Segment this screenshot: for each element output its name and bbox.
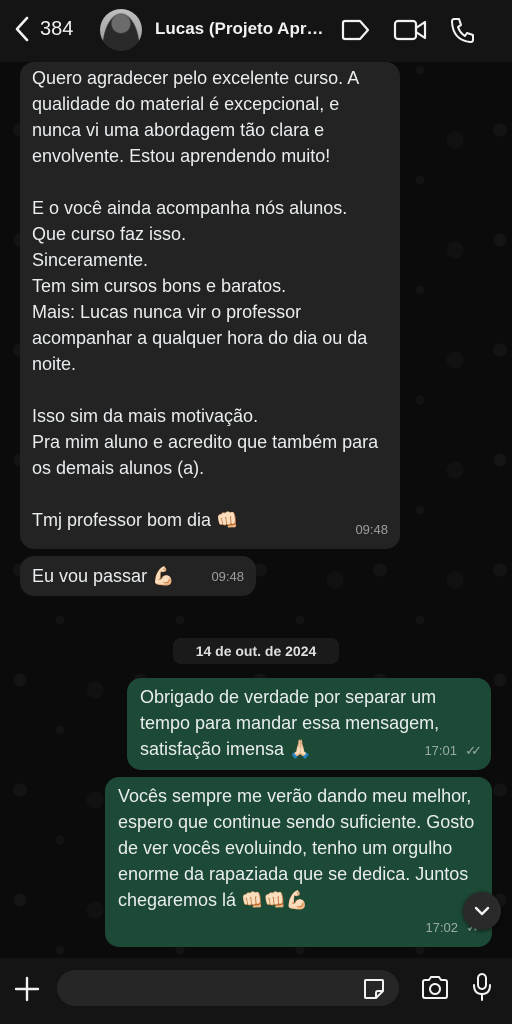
- message-time: 09:48: [355, 522, 388, 537]
- composer-bar: [0, 958, 512, 1024]
- chevron-down-icon: [474, 906, 490, 916]
- scroll-to-bottom-button[interactable]: [463, 892, 501, 930]
- chevron-left-icon: [15, 16, 29, 42]
- unread-count: 384: [40, 17, 74, 40]
- sticker-icon[interactable]: [362, 977, 386, 1006]
- phone-icon[interactable]: [449, 16, 475, 44]
- contact-name[interactable]: Lucas (Projeto Aprovação): [155, 19, 333, 39]
- message-time: 17:01: [424, 743, 457, 758]
- message-bubble-outgoing[interactable]: Vocês sempre me verão dando meu melhor, …: [105, 777, 492, 947]
- video-note-icon[interactable]: [341, 18, 371, 42]
- plus-icon[interactable]: [14, 976, 40, 1007]
- message-bubble-incoming[interactable]: Quero agradecer pelo excelente curso. A …: [20, 62, 400, 549]
- message-bubble-outgoing[interactable]: Obrigado de verdade por separar um tempo…: [127, 678, 491, 770]
- read-receipt-icon: ✓✓: [465, 743, 482, 758]
- camera-icon[interactable]: [420, 975, 450, 1006]
- video-call-icon[interactable]: [393, 18, 427, 42]
- message-text: Vocês sempre me verão dando meu melhor, …: [118, 786, 480, 910]
- chat-header: 384 Lucas (Projeto Aprovação): [0, 0, 512, 62]
- message-input[interactable]: [57, 970, 399, 1006]
- message-time: 17:02: [425, 920, 458, 935]
- microphone-icon[interactable]: [472, 972, 492, 1007]
- message-bubble-incoming[interactable]: Eu vou passar 💪🏻 09:48: [20, 556, 256, 596]
- message-text: Quero agradecer pelo excelente curso. A …: [32, 68, 379, 530]
- date-separator: 14 de out. de 2024: [173, 638, 339, 664]
- message-time: 09:48: [211, 569, 244, 584]
- back-button[interactable]: 384: [14, 16, 73, 42]
- avatar[interactable]: [100, 9, 142, 51]
